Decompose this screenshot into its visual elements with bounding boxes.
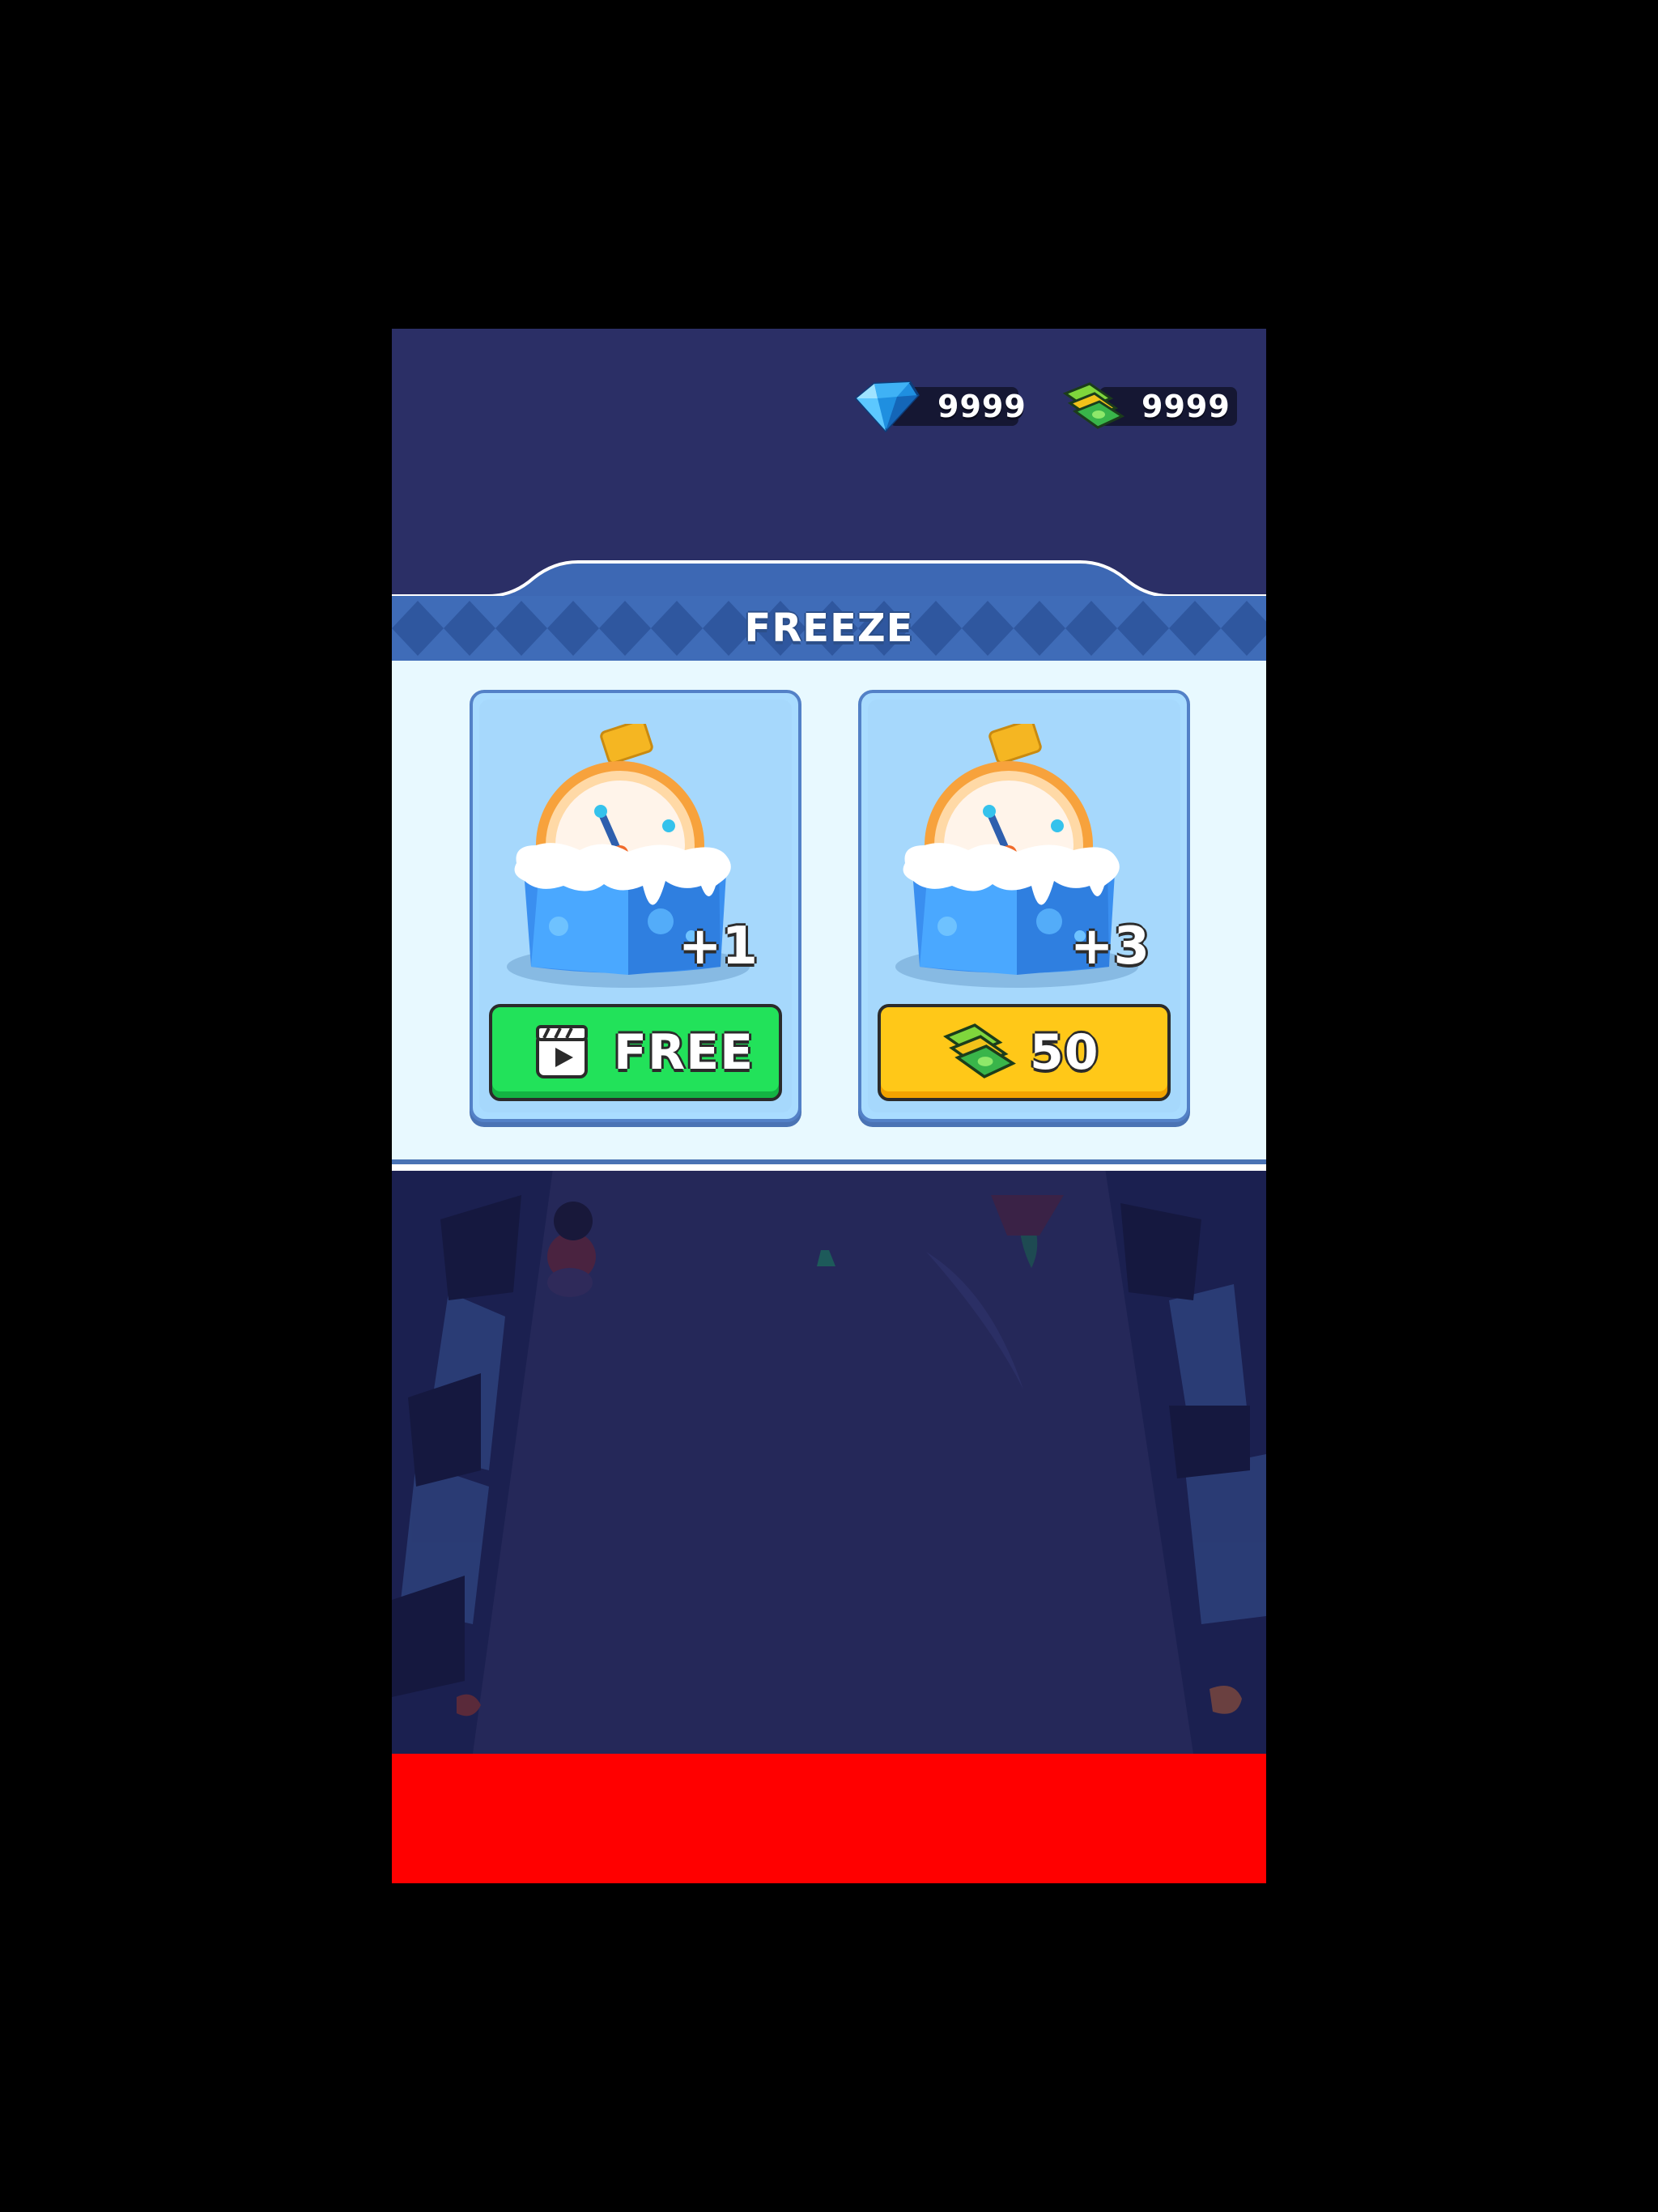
panel-title: FREEZE: [744, 606, 914, 651]
video-ad-icon: [536, 1025, 588, 1078]
cash-icon: [943, 1023, 1016, 1078]
cash-count: 9999: [1141, 389, 1231, 424]
gem-count: 9999: [937, 389, 1027, 424]
price-label: 50: [1030, 1024, 1099, 1081]
panel-title-band: FREEZE: [392, 596, 1266, 664]
free-button-label: FREE: [614, 1024, 755, 1081]
buy-with-cash-button[interactable]: 50: [878, 1004, 1171, 1101]
freeze-amount: +1: [678, 917, 758, 976]
background-scene: [392, 1163, 1266, 1754]
freeze-option-card-1: +1 FREE: [470, 690, 801, 1122]
game-screen: 9999 9999 FREEZE +1 FREE +3 50: [392, 329, 1266, 1883]
bottom-banner-placeholder: [392, 1754, 1266, 1883]
cash-icon: [1062, 382, 1125, 429]
free-video-button[interactable]: FREE: [489, 1004, 782, 1101]
freeze-amount: +3: [1069, 917, 1150, 976]
cash-counter: 9999: [1062, 382, 1237, 429]
freeze-option-card-2: +3 50: [858, 690, 1190, 1122]
gem-icon: [854, 381, 920, 432]
gem-counter: 9999: [854, 381, 1026, 432]
